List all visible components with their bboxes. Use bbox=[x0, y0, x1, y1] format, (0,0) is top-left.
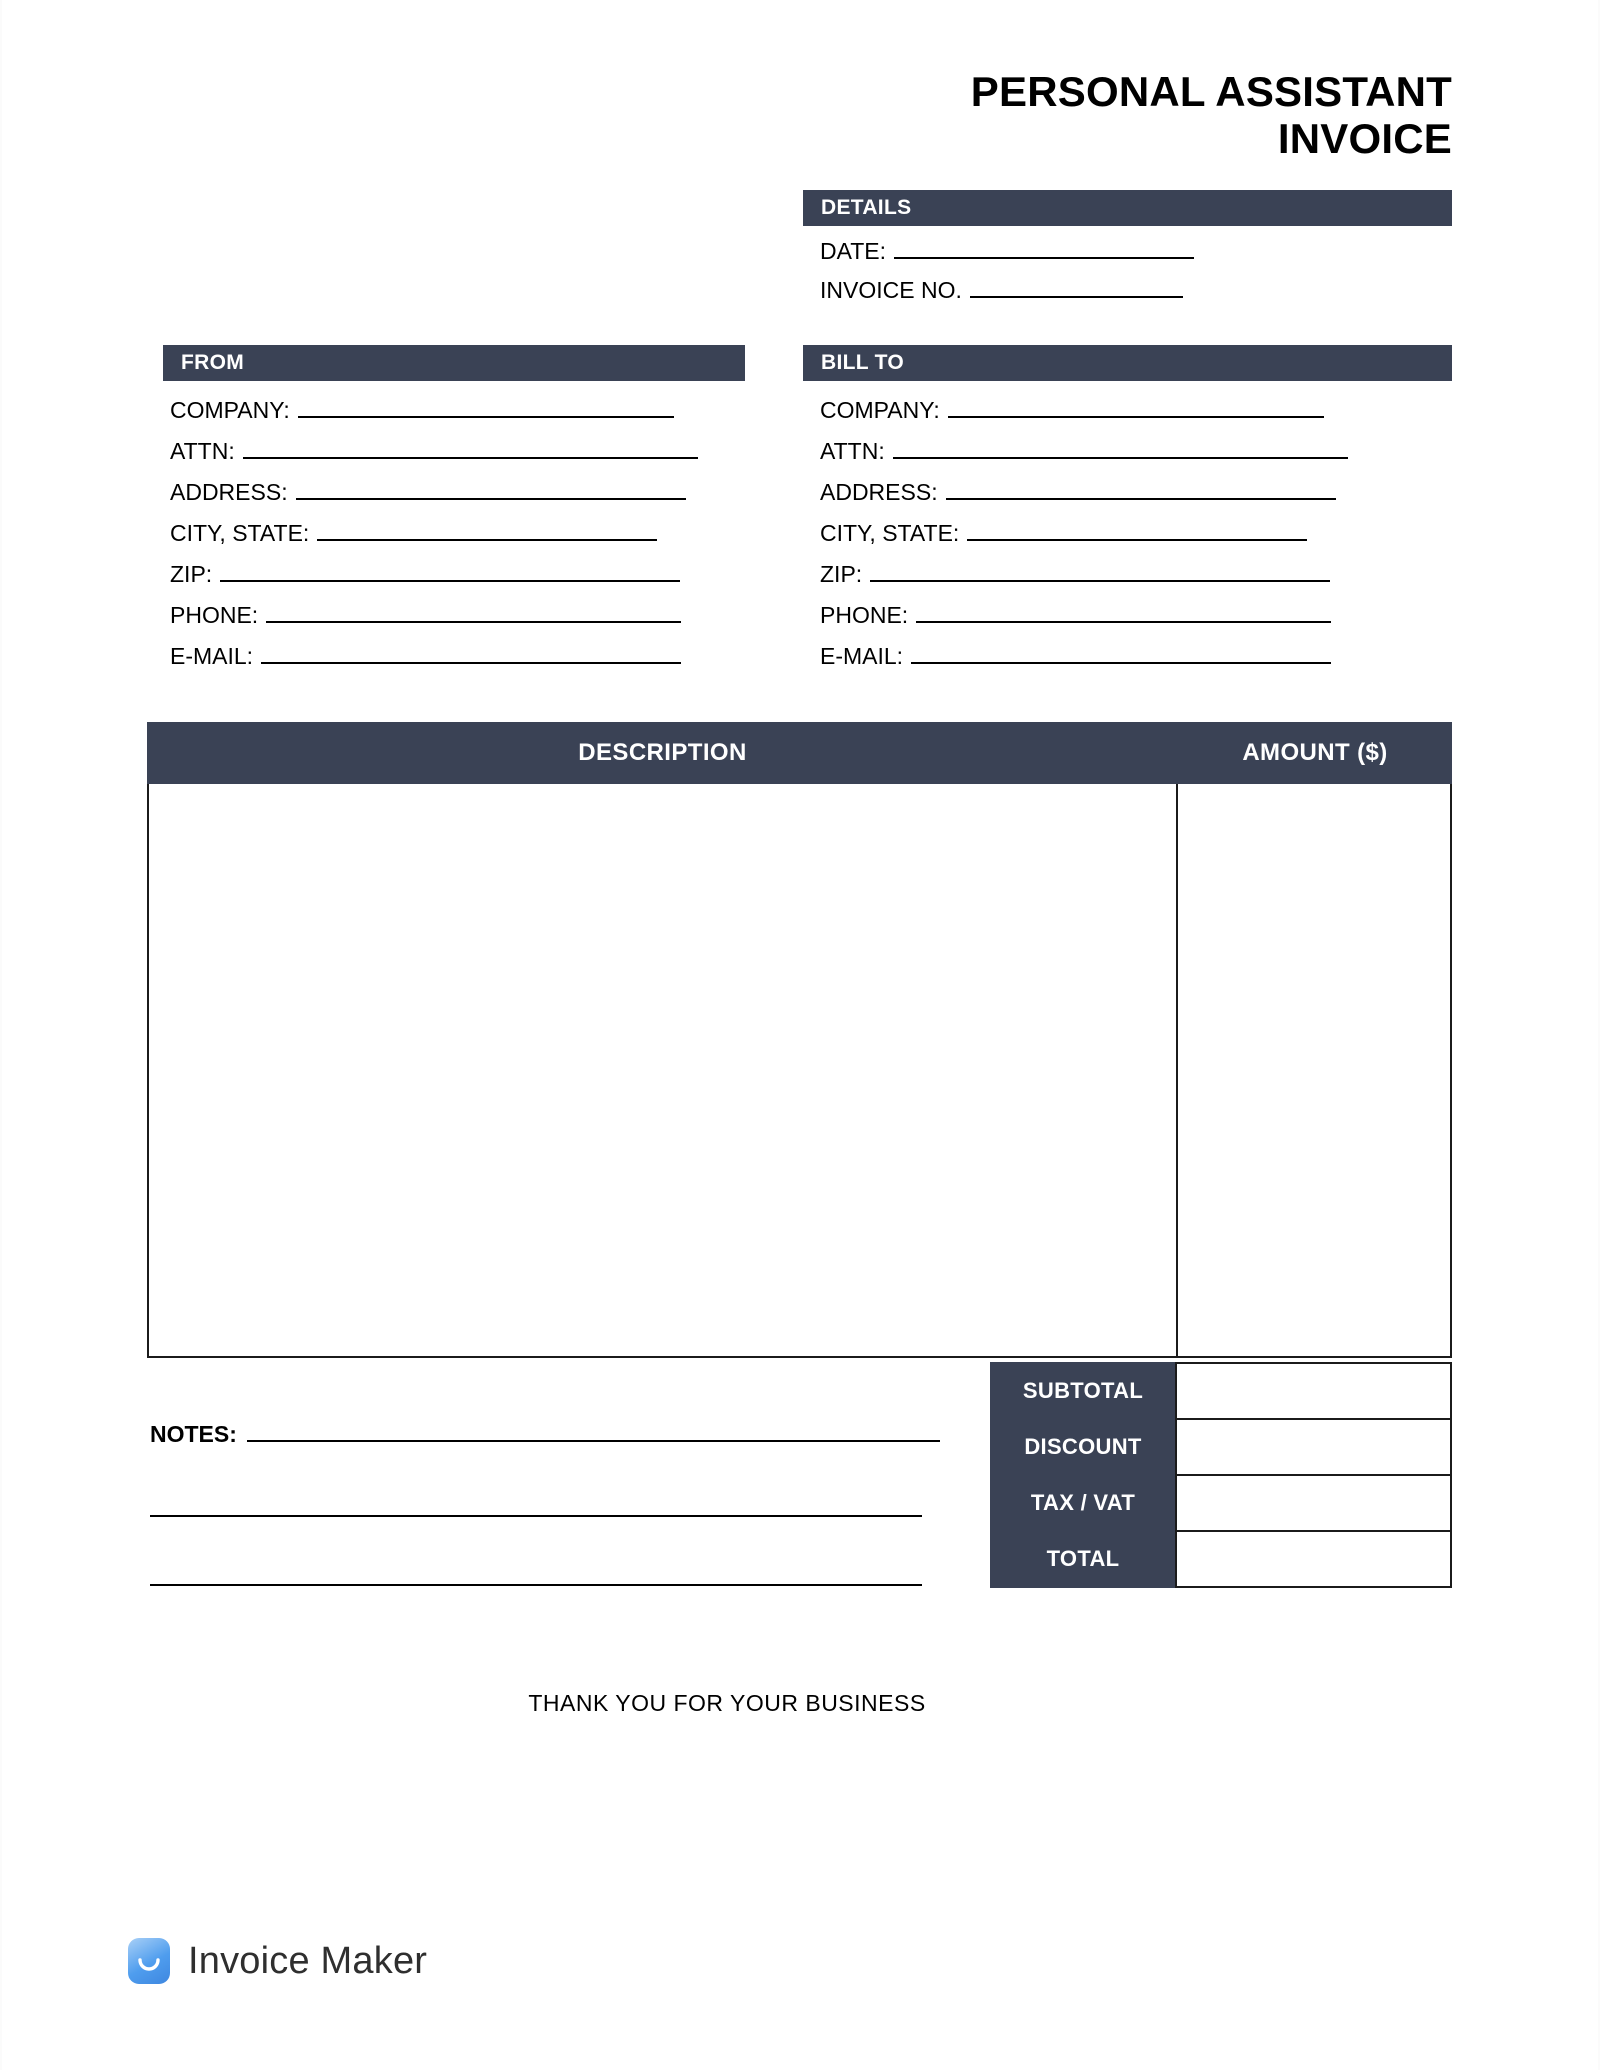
bill-to-field-input-line[interactable] bbox=[870, 560, 1331, 582]
details-field-list: DATE: INVOICE NO. bbox=[820, 237, 1460, 315]
bill-to-field-label: PHONE: bbox=[820, 602, 909, 628]
title-line-1: PERSONAL ASSISTANT bbox=[970, 68, 1452, 115]
totals-table: SUBTOTAL DISCOUNT TAX / VAT TOTAL bbox=[990, 1362, 1452, 1588]
from-field-input-line[interactable] bbox=[297, 396, 674, 418]
from-field-label: COMPANY: bbox=[170, 397, 290, 423]
details-field-label: DATE: bbox=[820, 238, 887, 264]
bill-to-field-input-line[interactable] bbox=[947, 396, 1324, 418]
bill-to-field-label: ZIP: bbox=[820, 561, 863, 587]
from-field-label: ATTN: bbox=[170, 438, 235, 464]
line-items-table-header: DESCRIPTION AMOUNT ($) bbox=[147, 722, 1452, 784]
description-entry-area[interactable] bbox=[149, 784, 1178, 1356]
from-field-row: PHONE: bbox=[170, 601, 750, 629]
totals-row: SUBTOTAL bbox=[990, 1362, 1452, 1420]
column-header-amount: AMOUNT ($) bbox=[1242, 739, 1388, 766]
totals-row: TOTAL bbox=[990, 1530, 1452, 1588]
notes-input-line-3[interactable] bbox=[150, 1564, 922, 1586]
bill-to-field-row: ADDRESS: bbox=[820, 478, 1460, 506]
bill-to-field-row: COMPANY: bbox=[820, 396, 1460, 424]
from-field-input-line[interactable] bbox=[261, 642, 682, 664]
bill-to-field-row: PHONE: bbox=[820, 601, 1460, 629]
from-field-input-line[interactable] bbox=[317, 519, 658, 541]
from-field-label: ADDRESS: bbox=[170, 479, 288, 505]
details-section-header-label: DETAILS bbox=[821, 196, 912, 219]
from-field-input-line[interactable] bbox=[266, 601, 682, 623]
from-field-label: PHONE: bbox=[170, 602, 259, 628]
thank-you-message: THANK YOU FOR YOUR BUSINESS bbox=[528, 1690, 926, 1716]
bill-to-field-label: ATTN: bbox=[820, 438, 885, 464]
notes-section: NOTES: bbox=[150, 1420, 940, 1586]
bill-to-field-input-line[interactable] bbox=[967, 519, 1308, 541]
bill-to-field-row: E-MAIL: bbox=[820, 642, 1460, 670]
totals-row-value[interactable] bbox=[1175, 1530, 1452, 1588]
bill-to-field-list: COMPANY: ATTN: ADDRESS: CITY, STATE: ZIP: PHO… bbox=[820, 396, 1460, 683]
from-field-row: CITY, STATE: bbox=[170, 519, 750, 547]
from-field-row: ZIP: bbox=[170, 560, 750, 588]
title-line-2: INVOICE bbox=[1277, 115, 1452, 163]
details-section-header: DETAILS bbox=[803, 190, 1452, 226]
bill-to-field-row: ZIP: bbox=[820, 560, 1460, 588]
from-section-header-label: FROM bbox=[181, 351, 245, 374]
brand-name: Invoice Maker bbox=[188, 1939, 428, 1982]
bill-to-field-row: CITY, STATE: bbox=[820, 519, 1460, 547]
from-section-header: FROM bbox=[163, 345, 745, 381]
column-header-description: DESCRIPTION bbox=[578, 739, 747, 766]
page-edge-left bbox=[0, 0, 2, 2070]
amount-entry-area[interactable] bbox=[1178, 784, 1450, 1356]
details-field-row: DATE: bbox=[820, 237, 1460, 265]
bill-to-section-header-label: BILL TO bbox=[821, 351, 904, 374]
brand-footer: Invoice Maker bbox=[128, 1938, 427, 1984]
page-title: PERSONAL ASSISTANT INVOICE bbox=[600, 68, 1452, 162]
totals-row-value[interactable] bbox=[1175, 1474, 1452, 1532]
bill-to-field-input-line[interactable] bbox=[892, 437, 1348, 459]
from-field-row: ADDRESS: bbox=[170, 478, 750, 506]
details-field-input-line[interactable] bbox=[969, 276, 1183, 298]
bill-to-field-label: CITY, STATE: bbox=[820, 520, 960, 546]
from-field-row: E-MAIL: bbox=[170, 642, 750, 670]
from-field-label: ZIP: bbox=[170, 561, 213, 587]
totals-row: DISCOUNT bbox=[990, 1418, 1452, 1476]
invoice-page: PERSONAL ASSISTANT INVOICE DETAILS DATE:… bbox=[0, 0, 1600, 2070]
from-field-row: COMPANY: bbox=[170, 396, 750, 424]
bill-to-field-label: COMPANY: bbox=[820, 397, 940, 423]
from-field-label: CITY, STATE: bbox=[170, 520, 310, 546]
from-field-input-line[interactable] bbox=[242, 437, 698, 459]
totals-row-label: SUBTOTAL bbox=[990, 1362, 1176, 1420]
from-field-row: ATTN: bbox=[170, 437, 750, 465]
invoice-maker-smile-icon bbox=[128, 1938, 170, 1984]
notes-input-line-1[interactable] bbox=[246, 1420, 940, 1442]
totals-row-label: TOTAL bbox=[990, 1530, 1176, 1588]
details-field-input-line[interactable] bbox=[894, 237, 1195, 259]
from-field-input-line[interactable] bbox=[295, 478, 686, 500]
bill-to-field-input-line[interactable] bbox=[911, 642, 1332, 664]
from-field-list: COMPANY: ATTN: ADDRESS: CITY, STATE: ZIP: PHO… bbox=[170, 396, 750, 683]
bill-to-field-input-line[interactable] bbox=[916, 601, 1332, 623]
totals-row-label: DISCOUNT bbox=[990, 1418, 1176, 1476]
notes-input-line-2[interactable] bbox=[150, 1495, 922, 1517]
bill-to-field-row: ATTN: bbox=[820, 437, 1460, 465]
notes-first-line: NOTES: bbox=[150, 1420, 940, 1448]
from-field-input-line[interactable] bbox=[220, 560, 681, 582]
line-items-table: DESCRIPTION AMOUNT ($) bbox=[147, 722, 1452, 1358]
bill-to-field-label: E-MAIL: bbox=[820, 643, 904, 669]
totals-row-value[interactable] bbox=[1175, 1418, 1452, 1476]
bill-to-field-label: ADDRESS: bbox=[820, 479, 938, 505]
totals-row: TAX / VAT bbox=[990, 1474, 1452, 1532]
totals-row-label: TAX / VAT bbox=[990, 1474, 1176, 1532]
details-field-label: INVOICE NO. bbox=[820, 277, 962, 303]
bill-to-field-input-line[interactable] bbox=[945, 478, 1336, 500]
totals-row-value[interactable] bbox=[1175, 1362, 1452, 1420]
details-field-row: INVOICE NO. bbox=[820, 276, 1460, 304]
from-field-label: E-MAIL: bbox=[170, 643, 254, 669]
notes-label: NOTES: bbox=[150, 1421, 237, 1447]
line-items-table-body bbox=[147, 784, 1452, 1358]
bill-to-section-header: BILL TO bbox=[803, 345, 1452, 381]
